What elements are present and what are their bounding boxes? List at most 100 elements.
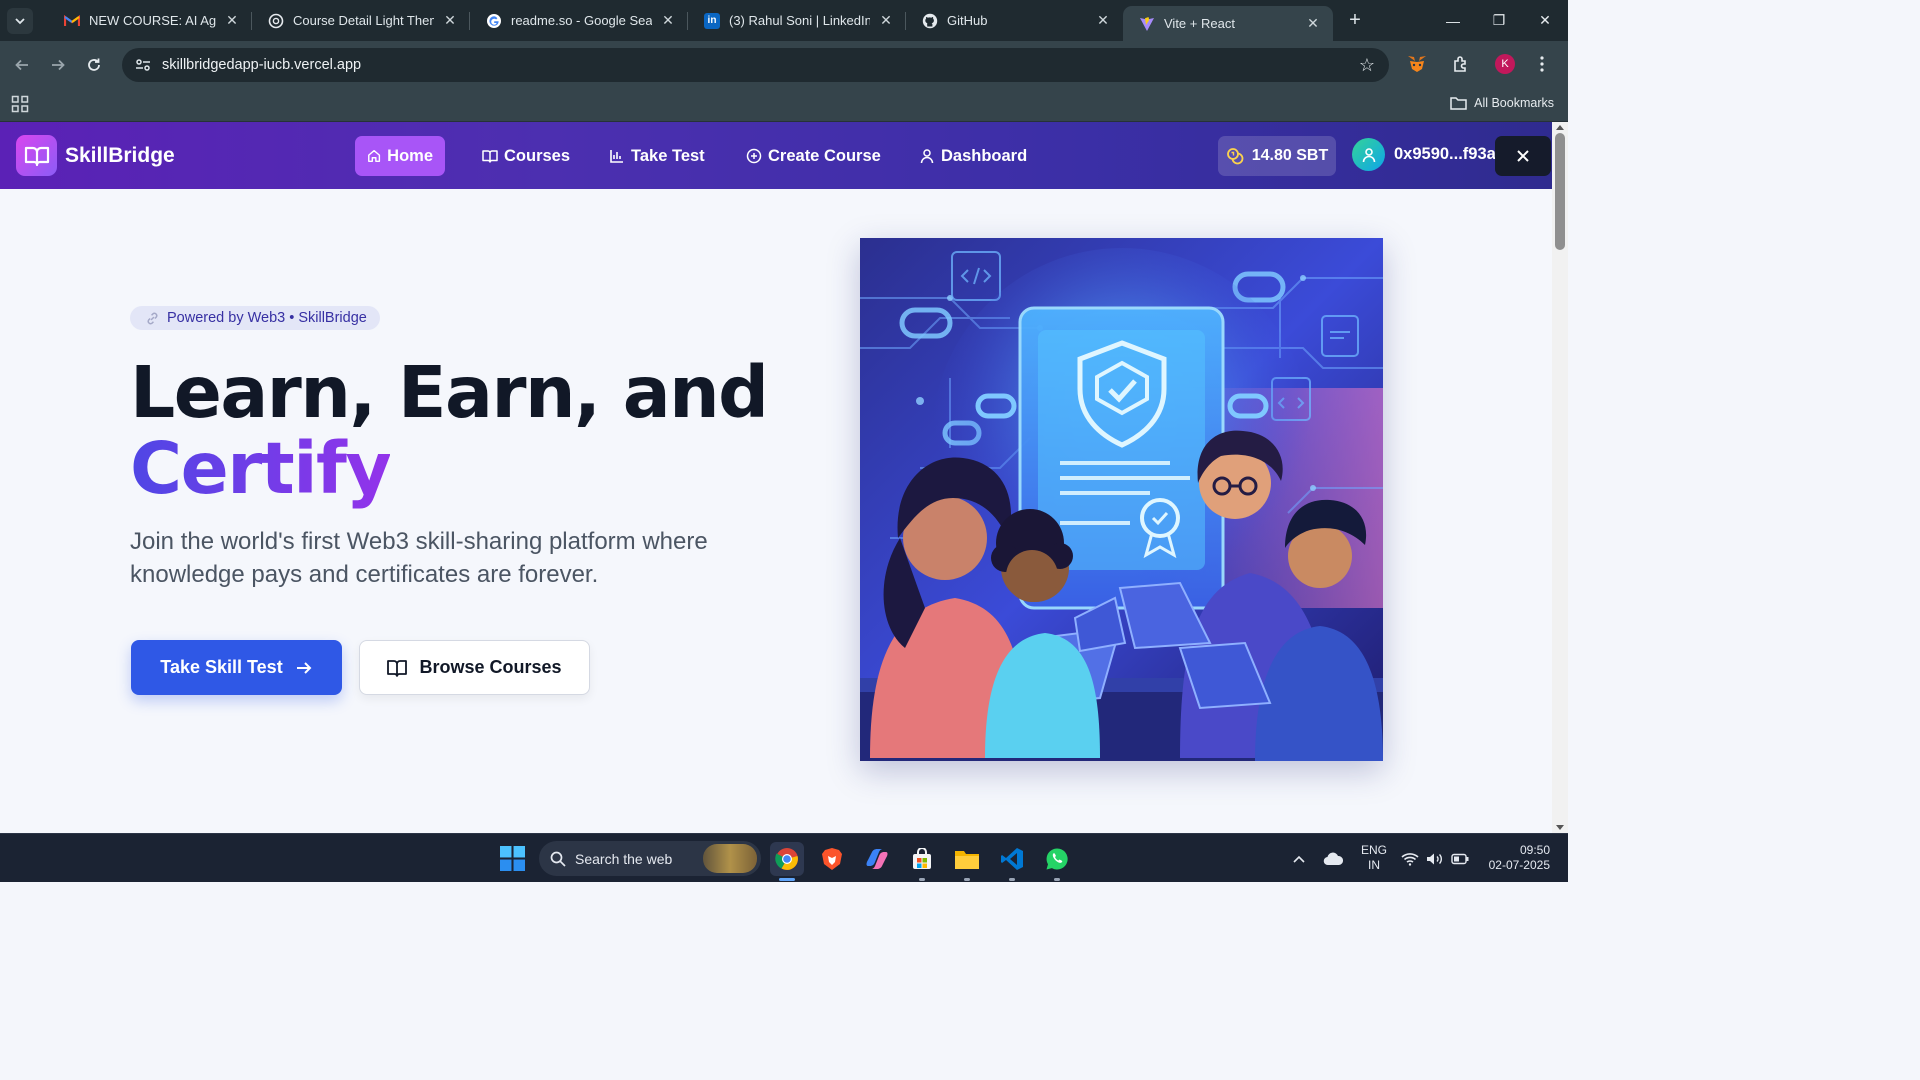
- forward-icon[interactable]: [42, 49, 74, 81]
- address-bar[interactable]: skillbridgedapp-iucb.vercel.app ☆: [122, 48, 1389, 82]
- profile-avatar[interactable]: K: [1490, 49, 1520, 79]
- tab-google-search[interactable]: readme.so - Google Search ✕: [470, 0, 688, 41]
- onedrive-cloud-icon[interactable]: [1323, 834, 1343, 883]
- restore-icon[interactable]: ❐: [1476, 0, 1522, 41]
- taskbar-search[interactable]: Search the web: [539, 841, 761, 876]
- book-icon: [482, 150, 498, 163]
- scroll-down-icon[interactable]: [1556, 825, 1564, 830]
- extensions-puzzle-icon[interactable]: [1446, 49, 1476, 79]
- hero-illustration: [860, 238, 1383, 761]
- app-header: SkillBridge Home Courses Take Test Creat…: [0, 122, 1552, 189]
- bookmark-star-icon[interactable]: ☆: [1359, 55, 1375, 76]
- headline-highlight: Certify: [130, 427, 392, 510]
- headline-line-1: Learn, Earn, and: [130, 351, 769, 434]
- gmail-icon: [64, 13, 80, 29]
- close-window-icon[interactable]: ✕: [1522, 0, 1568, 41]
- plus-circle-icon: [746, 148, 762, 164]
- scrollbar-thumb[interactable]: [1555, 133, 1565, 250]
- input-language-indicator[interactable]: ENG IN: [1361, 843, 1387, 873]
- windows-start-icon[interactable]: [500, 846, 525, 871]
- tab-title: Course Detail Light Theme: [293, 13, 434, 28]
- chevron-down-icon: [15, 17, 25, 24]
- nav-create-course[interactable]: Create Course: [734, 136, 893, 176]
- site-info-icon[interactable]: [134, 56, 152, 74]
- battery-icon[interactable]: [1451, 834, 1469, 883]
- apps-grid-icon[interactable]: [11, 95, 29, 113]
- minimize-icon[interactable]: —: [1430, 0, 1476, 41]
- brand-name: SkillBridge: [65, 143, 175, 167]
- page-scrollbar[interactable]: [1552, 122, 1568, 833]
- take-skill-test-button[interactable]: Take Skill Test: [131, 640, 342, 695]
- url-text: skillbridgedapp-iucb.vercel.app: [162, 57, 362, 73]
- tab-title: NEW COURSE: AI Agents &: [89, 13, 216, 28]
- nav-dashboard[interactable]: Dashboard: [907, 136, 1039, 176]
- wallet-address: 0x9590...f93a: [1394, 145, 1496, 163]
- system-clock[interactable]: 09:50 02-07-2025: [1489, 843, 1550, 873]
- tab-title: Vite + React: [1164, 16, 1235, 31]
- bookmarks-bar: All Bookmarks: [0, 88, 1568, 122]
- badge-text: Powered by Web3 • SkillBridge: [167, 310, 367, 326]
- store-icon[interactable]: [905, 842, 939, 881]
- toolbar-actions: K: [1402, 49, 1550, 79]
- new-tab-button[interactable]: +: [1341, 7, 1369, 35]
- tab-course-detail[interactable]: Course Detail Light Theme ✕: [252, 0, 470, 41]
- bar-chart-icon: [610, 150, 623, 163]
- tab-github[interactable]: GitHub ✕: [906, 0, 1123, 41]
- wifi-icon[interactable]: [1401, 834, 1419, 883]
- token-balance[interactable]: 14.80 SBT: [1218, 136, 1336, 176]
- hero-section: Powered by Web3 • SkillBridge Learn, Ear…: [0, 189, 1552, 833]
- tab-vite-react[interactable]: Vite + React ✕: [1123, 6, 1333, 41]
- reload-icon[interactable]: [78, 49, 110, 81]
- github-icon: [922, 13, 938, 29]
- copilot-icon[interactable]: [860, 842, 894, 876]
- google-icon: [486, 13, 502, 29]
- file-explorer-icon[interactable]: [950, 842, 984, 881]
- tab-search-button[interactable]: [7, 7, 33, 34]
- tab-linkedin[interactable]: in (3) Rahul Soni | LinkedIn ✕: [688, 0, 906, 41]
- nav-courses[interactable]: Courses: [470, 136, 582, 176]
- all-bookmarks-button[interactable]: All Bookmarks: [1450, 96, 1554, 110]
- close-icon: [1517, 150, 1529, 162]
- search-placeholder: Search the web: [575, 850, 673, 867]
- open-book-logo-icon: [16, 135, 57, 176]
- browser-toolbar: skillbridgedapp-iucb.vercel.app ☆ K: [0, 41, 1568, 88]
- tab-title: GitHub: [947, 13, 988, 28]
- close-tab-icon[interactable]: ✕: [878, 12, 894, 29]
- browse-courses-button[interactable]: Browse Courses: [359, 640, 590, 695]
- close-tab-icon[interactable]: ✕: [1095, 12, 1111, 29]
- hero-headline: Learn, Earn, and Certify: [130, 351, 769, 510]
- scroll-up-icon[interactable]: [1556, 125, 1564, 130]
- token-balance-value: 14.80 SBT: [1251, 147, 1329, 164]
- close-tab-icon[interactable]: ✕: [660, 12, 676, 29]
- close-tab-icon[interactable]: ✕: [224, 12, 240, 29]
- whatsapp-icon[interactable]: [1040, 842, 1074, 881]
- tab-title: readme.so - Google Search: [511, 13, 652, 28]
- browse-courses-label: Browse Courses: [419, 657, 562, 677]
- vscode-icon[interactable]: [995, 842, 1029, 881]
- search-icon: [550, 851, 566, 867]
- language-region: IN: [1368, 858, 1380, 872]
- clock-date: 02-07-2025: [1488, 858, 1550, 872]
- brave-icon[interactable]: [815, 842, 849, 876]
- kebab-menu-icon[interactable]: [1534, 49, 1550, 79]
- nav-home[interactable]: Home: [355, 136, 445, 176]
- volume-icon[interactable]: [1426, 834, 1444, 883]
- metamask-fox-icon[interactable]: [1402, 49, 1432, 79]
- wallet-account[interactable]: 0x9590...f93a: [1352, 138, 1496, 171]
- close-tab-icon[interactable]: ✕: [1305, 15, 1321, 32]
- nav-take-test-label: Take Test: [631, 146, 705, 165]
- window-controls: — ❐ ✕: [1430, 0, 1568, 41]
- nav-courses-label: Courses: [504, 146, 571, 165]
- nav-create-course-label: Create Course: [768, 146, 881, 165]
- disconnect-close-button[interactable]: [1495, 136, 1551, 176]
- back-icon[interactable]: [6, 49, 38, 81]
- brand-logo-link[interactable]: SkillBridge: [16, 135, 175, 176]
- user-icon: [1362, 147, 1375, 162]
- chrome-icon[interactable]: [770, 842, 804, 881]
- tab-strip: NEW COURSE: AI Agents & ✕ Course Detail …: [0, 0, 1568, 41]
- show-hidden-icons-chevron-icon[interactable]: [1292, 834, 1306, 883]
- nav-take-test[interactable]: Take Test: [597, 136, 717, 176]
- nav-home-label: Home: [387, 146, 433, 165]
- close-tab-icon[interactable]: ✕: [442, 12, 458, 29]
- tab-gmail[interactable]: NEW COURSE: AI Agents & ✕: [48, 0, 252, 41]
